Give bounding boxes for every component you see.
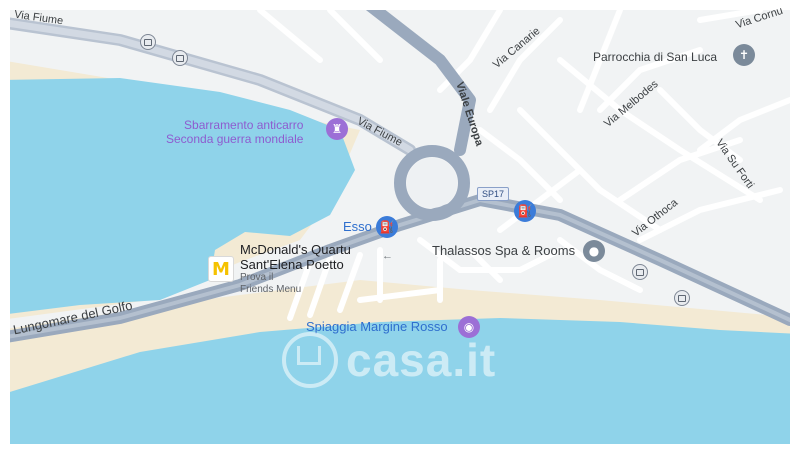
poi-mcdonalds-line2: Sant'Elena Poetto	[240, 257, 344, 272]
landmark-icon[interactable]: ♜	[326, 118, 348, 140]
poi-sbarramento-line1: Sbarramento anticarro	[184, 118, 304, 132]
poi-mcdonalds-label[interactable]: McDonald's Quartu Sant'Elena Poetto Prov…	[240, 242, 351, 296]
road-shield-sp17: SP17	[477, 187, 510, 201]
place-pin-icon[interactable]: ●	[583, 240, 605, 262]
poi-sbarramento-line2: Seconda guerra mondiale	[166, 132, 304, 146]
bus-stop-icon[interactable]	[674, 290, 690, 306]
bus-stop-icon[interactable]	[140, 34, 156, 50]
bus-stop-icon[interactable]	[632, 264, 648, 280]
gas-station-icon[interactable]: ⛽	[376, 216, 398, 238]
roundabout	[394, 145, 470, 221]
casa-it-watermark: casa.it	[282, 332, 496, 388]
poi-thalassos-label[interactable]: Thalassos Spa & Rooms	[432, 244, 575, 258]
poi-esso-label[interactable]: Esso	[343, 220, 372, 234]
gas-station-icon[interactable]: ⛽	[514, 200, 536, 222]
poi-sbarramento-label[interactable]: Sbarramento anticarro Seconda guerra mon…	[166, 118, 303, 146]
direction-arrow-icon: ←	[382, 250, 393, 262]
watermark-text: casa.it	[346, 334, 497, 386]
poi-mcdonalds-line1: McDonald's Quartu	[240, 242, 351, 257]
mcdonalds-logo-icon[interactable]: M	[208, 256, 234, 282]
house-logo-icon	[282, 332, 338, 388]
bus-stop-icon[interactable]	[172, 50, 188, 66]
poi-parrocchia-label[interactable]: Parrocchia di San Luca	[593, 50, 717, 64]
church-icon[interactable]: ✝	[733, 44, 755, 66]
poi-mcdonalds-sub2: Friends Menu	[240, 284, 302, 295]
poi-mcdonalds-sub1: Prova il	[240, 272, 274, 283]
